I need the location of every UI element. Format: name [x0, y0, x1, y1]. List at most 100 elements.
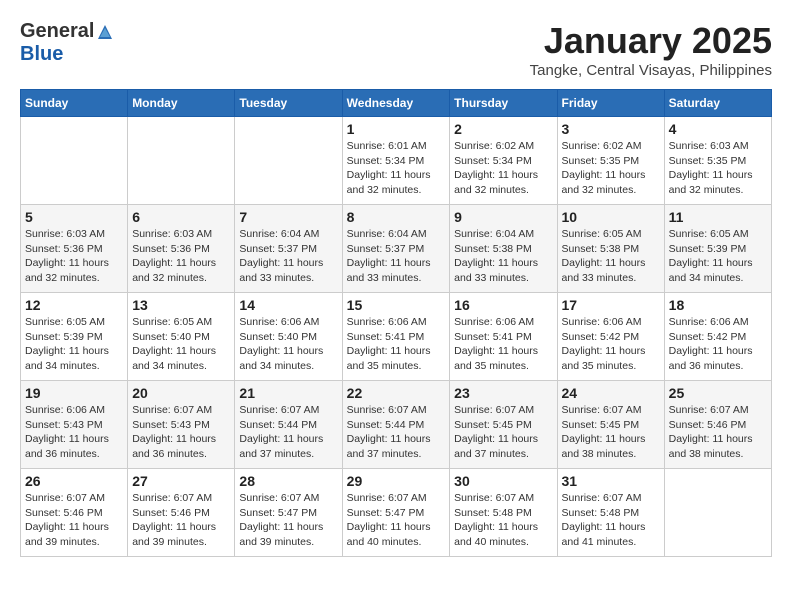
day-info: Sunrise: 6:02 AM Sunset: 5:34 PM Dayligh…	[454, 139, 552, 198]
day-info: Sunrise: 6:07 AM Sunset: 5:46 PM Dayligh…	[669, 403, 767, 462]
day-info: Sunrise: 6:06 AM Sunset: 5:43 PM Dayligh…	[25, 403, 123, 462]
calendar-cell: 3 Sunrise: 6:02 AM Sunset: 5:35 PM Daylig…	[557, 117, 664, 205]
day-info: Sunrise: 6:07 AM Sunset: 5:47 PM Dayligh…	[239, 491, 337, 550]
day-info: Sunrise: 6:07 AM Sunset: 5:46 PM Dayligh…	[132, 491, 230, 550]
calendar-cell: 15 Sunrise: 6:06 AM Sunset: 5:41 PM Dayli…	[342, 293, 450, 381]
logo: General Blue	[20, 20, 114, 66]
day-info: Sunrise: 6:07 AM Sunset: 5:44 PM Dayligh…	[347, 403, 446, 462]
day-info: Sunrise: 6:07 AM Sunset: 5:45 PM Dayligh…	[454, 403, 552, 462]
calendar-cell: 7 Sunrise: 6:04 AM Sunset: 5:37 PM Daylig…	[235, 205, 342, 293]
calendar-cell: 5 Sunrise: 6:03 AM Sunset: 5:36 PM Daylig…	[21, 205, 128, 293]
day-number: 20	[132, 385, 230, 401]
location-text: Tangke, Central Visayas, Philippines	[530, 62, 772, 79]
calendar-cell	[235, 117, 342, 205]
day-header-friday: Friday	[557, 90, 664, 117]
day-info: Sunrise: 6:06 AM Sunset: 5:42 PM Dayligh…	[669, 315, 767, 374]
calendar-cell: 2 Sunrise: 6:02 AM Sunset: 5:34 PM Daylig…	[450, 117, 557, 205]
day-info: Sunrise: 6:04 AM Sunset: 5:37 PM Dayligh…	[239, 227, 337, 286]
day-number: 18	[669, 297, 767, 313]
day-info: Sunrise: 6:07 AM Sunset: 5:48 PM Dayligh…	[562, 491, 660, 550]
day-info: Sunrise: 6:05 AM Sunset: 5:39 PM Dayligh…	[25, 315, 123, 374]
day-header-tuesday: Tuesday	[235, 90, 342, 117]
day-number: 28	[239, 473, 337, 489]
day-number: 12	[25, 297, 123, 313]
page-header: General Blue January 2025 Tangke, Centra…	[20, 20, 772, 79]
calendar-cell: 29 Sunrise: 6:07 AM Sunset: 5:47 PM Dayli…	[342, 469, 450, 557]
day-number: 14	[239, 297, 337, 313]
calendar-cell: 30 Sunrise: 6:07 AM Sunset: 5:48 PM Dayli…	[450, 469, 557, 557]
day-info: Sunrise: 6:02 AM Sunset: 5:35 PM Dayligh…	[562, 139, 660, 198]
calendar-cell: 19 Sunrise: 6:06 AM Sunset: 5:43 PM Dayli…	[21, 381, 128, 469]
calendar-cell: 25 Sunrise: 6:07 AM Sunset: 5:46 PM Dayli…	[664, 381, 771, 469]
day-info: Sunrise: 6:06 AM Sunset: 5:40 PM Dayligh…	[239, 315, 337, 374]
day-info: Sunrise: 6:05 AM Sunset: 5:40 PM Dayligh…	[132, 315, 230, 374]
day-header-sunday: Sunday	[21, 90, 128, 117]
day-number: 21	[239, 385, 337, 401]
day-number: 30	[454, 473, 552, 489]
calendar-cell: 21 Sunrise: 6:07 AM Sunset: 5:44 PM Dayli…	[235, 381, 342, 469]
day-info: Sunrise: 6:04 AM Sunset: 5:38 PM Dayligh…	[454, 227, 552, 286]
day-info: Sunrise: 6:06 AM Sunset: 5:42 PM Dayligh…	[562, 315, 660, 374]
day-info: Sunrise: 6:07 AM Sunset: 5:48 PM Dayligh…	[454, 491, 552, 550]
calendar-cell: 28 Sunrise: 6:07 AM Sunset: 5:47 PM Dayli…	[235, 469, 342, 557]
day-number: 16	[454, 297, 552, 313]
day-number: 3	[562, 121, 660, 137]
day-info: Sunrise: 6:07 AM Sunset: 5:45 PM Dayligh…	[562, 403, 660, 462]
calendar-cell: 27 Sunrise: 6:07 AM Sunset: 5:46 PM Dayli…	[128, 469, 235, 557]
day-header-wednesday: Wednesday	[342, 90, 450, 117]
calendar-cell: 16Sunrise: 6:06 AM Sunset: 5:41 PM Dayli…	[450, 293, 557, 381]
day-info: Sunrise: 6:07 AM Sunset: 5:47 PM Dayligh…	[347, 491, 446, 550]
day-header-thursday: Thursday	[450, 90, 557, 117]
day-number: 13	[132, 297, 230, 313]
day-number: 29	[347, 473, 446, 489]
calendar-cell: 22Sunrise: 6:07 AM Sunset: 5:44 PM Dayli…	[342, 381, 450, 469]
day-info: Sunrise: 6:04 AM Sunset: 5:37 PM Dayligh…	[347, 227, 446, 286]
logo-general-text: General	[20, 20, 94, 43]
day-number: 15	[347, 297, 446, 313]
day-info: Sunrise: 6:03 AM Sunset: 5:36 PM Dayligh…	[132, 227, 230, 286]
day-number: 8	[347, 209, 446, 225]
day-number: 9	[454, 209, 552, 225]
calendar-cell: 23 Sunrise: 6:07 AM Sunset: 5:45 PM Dayli…	[450, 381, 557, 469]
calendar-cell: 24 Sunrise: 6:07 AM Sunset: 5:45 PM Dayli…	[557, 381, 664, 469]
day-number: 31	[562, 473, 660, 489]
title-section: January 2025 Tangke, Central Visayas, Ph…	[530, 20, 772, 79]
day-number: 27	[132, 473, 230, 489]
calendar-week-row: 12 Sunrise: 6:05 AM Sunset: 5:39 PM Dayli…	[21, 293, 772, 381]
day-number: 6	[132, 209, 230, 225]
day-number: 26	[25, 473, 123, 489]
day-number: 2	[454, 121, 552, 137]
day-number: 17	[562, 297, 660, 313]
day-info: Sunrise: 6:06 AM Sunset: 5:41 PM Dayligh…	[347, 315, 446, 374]
calendar-week-row: 5 Sunrise: 6:03 AM Sunset: 5:36 PM Daylig…	[21, 205, 772, 293]
calendar-cell: 9 Sunrise: 6:04 AM Sunset: 5:38 PM Daylig…	[450, 205, 557, 293]
calendar-cell	[21, 117, 128, 205]
calendar-week-row: 1 Sunrise: 6:01 AM Sunset: 5:34 PM Daylig…	[21, 117, 772, 205]
day-number: 25	[669, 385, 767, 401]
day-header-monday: Monday	[128, 90, 235, 117]
day-number: 23	[454, 385, 552, 401]
day-info: Sunrise: 6:03 AM Sunset: 5:35 PM Dayligh…	[669, 139, 767, 198]
day-info: Sunrise: 6:07 AM Sunset: 5:44 PM Dayligh…	[239, 403, 337, 462]
calendar-cell: 18 Sunrise: 6:06 AM Sunset: 5:42 PM Dayli…	[664, 293, 771, 381]
day-info: Sunrise: 6:05 AM Sunset: 5:38 PM Dayligh…	[562, 227, 660, 286]
calendar-cell: 4 Sunrise: 6:03 AM Sunset: 5:35 PM Daylig…	[664, 117, 771, 205]
day-info: Sunrise: 6:01 AM Sunset: 5:34 PM Dayligh…	[347, 139, 446, 198]
day-number: 5	[25, 209, 123, 225]
calendar-cell	[128, 117, 235, 205]
calendar-cell: 12 Sunrise: 6:05 AM Sunset: 5:39 PM Dayli…	[21, 293, 128, 381]
day-info: Sunrise: 6:03 AM Sunset: 5:36 PM Dayligh…	[25, 227, 123, 286]
day-number: 1	[347, 121, 446, 137]
logo-icon	[96, 23, 114, 41]
day-header-saturday: Saturday	[664, 90, 771, 117]
day-number: 4	[669, 121, 767, 137]
day-number: 7	[239, 209, 337, 225]
day-number: 11	[669, 209, 767, 225]
calendar-cell: 1 Sunrise: 6:01 AM Sunset: 5:34 PM Daylig…	[342, 117, 450, 205]
day-number: 10	[562, 209, 660, 225]
calendar-cell: 10 Sunrise: 6:05 AM Sunset: 5:38 PM Dayli…	[557, 205, 664, 293]
day-number: 24	[562, 385, 660, 401]
calendar-cell: 20 Sunrise: 6:07 AM Sunset: 5:43 PM Dayli…	[128, 381, 235, 469]
day-info: Sunrise: 6:07 AM Sunset: 5:43 PM Dayligh…	[132, 403, 230, 462]
day-number: 19	[25, 385, 123, 401]
